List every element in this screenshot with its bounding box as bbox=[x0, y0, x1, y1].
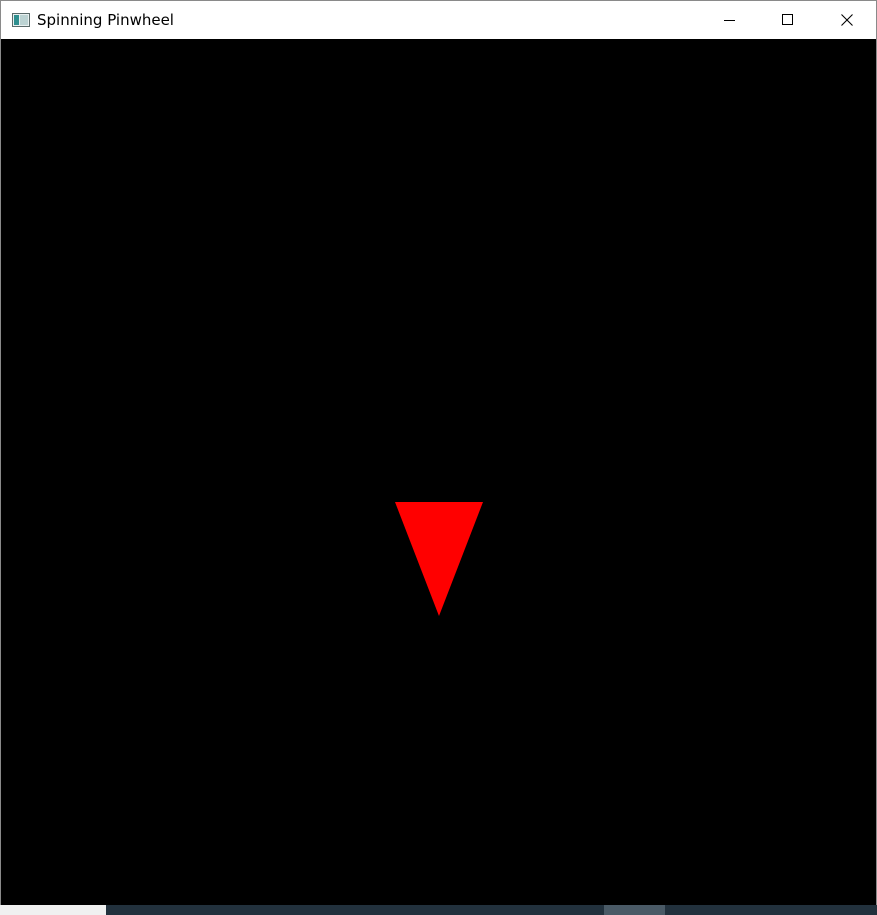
taskbar-search-area[interactable] bbox=[0, 905, 106, 915]
title-bar[interactable]: Spinning Pinwheel bbox=[1, 1, 876, 39]
maximize-button[interactable] bbox=[759, 1, 817, 39]
taskbar-active-app[interactable] bbox=[604, 905, 665, 915]
app-window-icon bbox=[12, 12, 30, 27]
minimize-icon bbox=[724, 11, 736, 30]
close-icon bbox=[841, 11, 853, 30]
maximize-icon bbox=[782, 11, 794, 30]
window-title: Spinning Pinwheel bbox=[37, 11, 174, 29]
render-canvas[interactable] bbox=[1, 39, 876, 905]
minimize-button[interactable] bbox=[701, 1, 759, 39]
red-triangle bbox=[395, 502, 483, 616]
scene-svg bbox=[395, 502, 483, 616]
app-window: Spinning Pinwheel bbox=[0, 0, 877, 905]
taskbar bbox=[0, 905, 877, 915]
close-button[interactable] bbox=[818, 1, 876, 39]
